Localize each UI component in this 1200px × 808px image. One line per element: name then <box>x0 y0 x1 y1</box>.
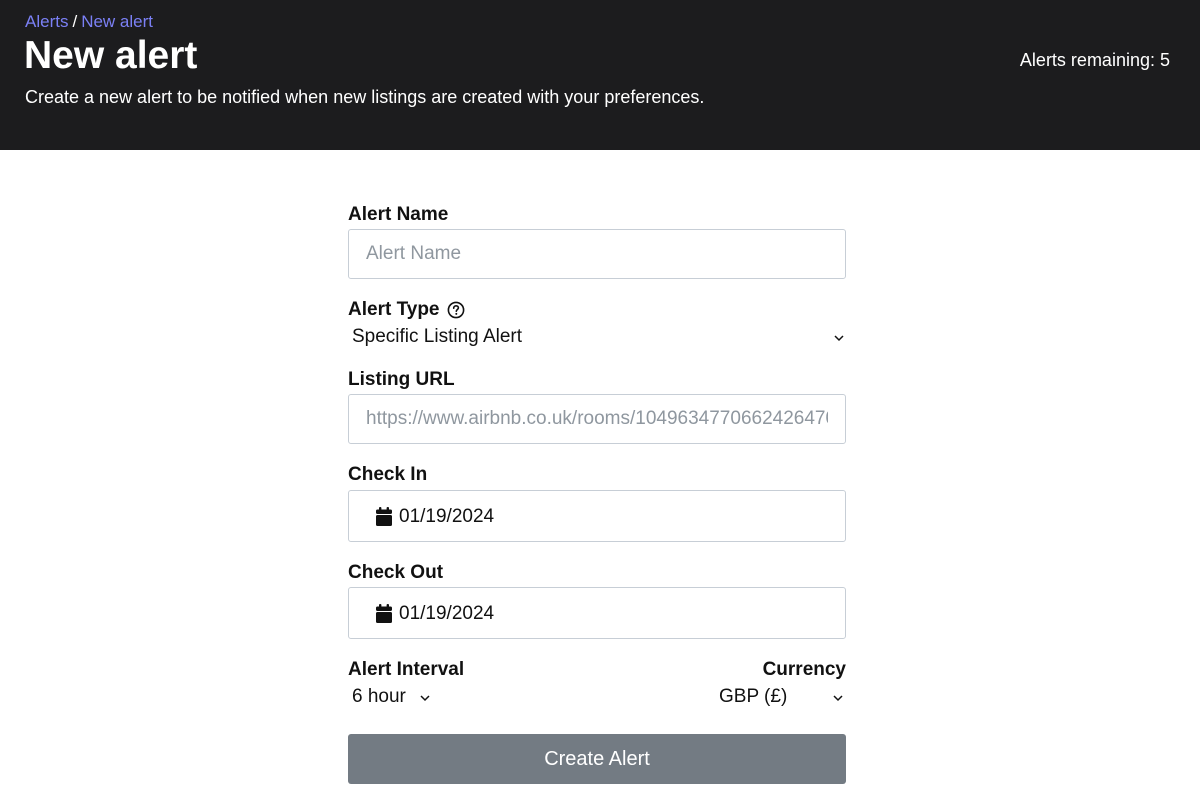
check-out-date-input[interactable]: 01/19/2024 <box>348 587 846 639</box>
alerts-remaining: Alerts remaining: 5 <box>1019 50 1170 70</box>
check-in-date-value: 01/19/2024 <box>399 506 495 527</box>
alert-type-label-group: Alert Type <box>348 299 488 321</box>
question-circle-icon[interactable] <box>446 299 466 321</box>
alert-interval-selected-value: 6 hour <box>352 686 406 707</box>
breadcrumb-link-new-alert[interactable]: New alert <box>81 12 153 31</box>
currency-selected-value: GBP (£) <box>719 686 788 707</box>
page-header: Alerts / New alert New alert Create a new … <box>0 0 1200 150</box>
alert-name-input[interactable] <box>348 229 846 279</box>
listing-url-label: Listing URL <box>348 369 455 390</box>
breadcrumb: Alerts / New alert <box>25 12 153 32</box>
listing-url-input[interactable] <box>348 394 846 444</box>
page-title: New alert <box>24 34 198 77</box>
check-in-date-input[interactable]: 01/19/2024 <box>348 490 846 542</box>
new-alert-form: Alert Name Alert Type Specific Listing A… <box>348 150 846 808</box>
breadcrumb-separator: / <box>72 12 78 31</box>
alert-interval-select[interactable]: 6 hour <box>352 686 442 710</box>
alert-type-label: Alert Type <box>348 299 440 320</box>
chevron-down-icon <box>833 695 843 702</box>
alert-interval-label: Alert Interval <box>348 659 465 680</box>
calendar-icon <box>376 507 392 526</box>
breadcrumb-link-alerts[interactable]: Alerts <box>25 12 68 31</box>
alert-type-select[interactable]: Specific Listing Alert <box>352 326 846 350</box>
check-out-label: Check Out <box>348 562 444 583</box>
alert-name-label: Alert Name <box>348 204 449 225</box>
alert-type-selected-value: Specific Listing Alert <box>352 326 523 347</box>
chevron-down-icon <box>420 695 430 702</box>
page-subtitle: Create a new alert to be notified when n… <box>25 87 705 107</box>
chevron-down-icon <box>834 335 844 342</box>
currency-select[interactable]: GBP (£) <box>719 686 846 710</box>
calendar-icon <box>376 604 392 623</box>
currency-label: Currency <box>762 659 846 680</box>
check-in-label: Check In <box>348 464 428 485</box>
create-alert-button[interactable]: Create Alert <box>348 734 846 784</box>
check-out-date-value: 01/19/2024 <box>399 603 495 624</box>
